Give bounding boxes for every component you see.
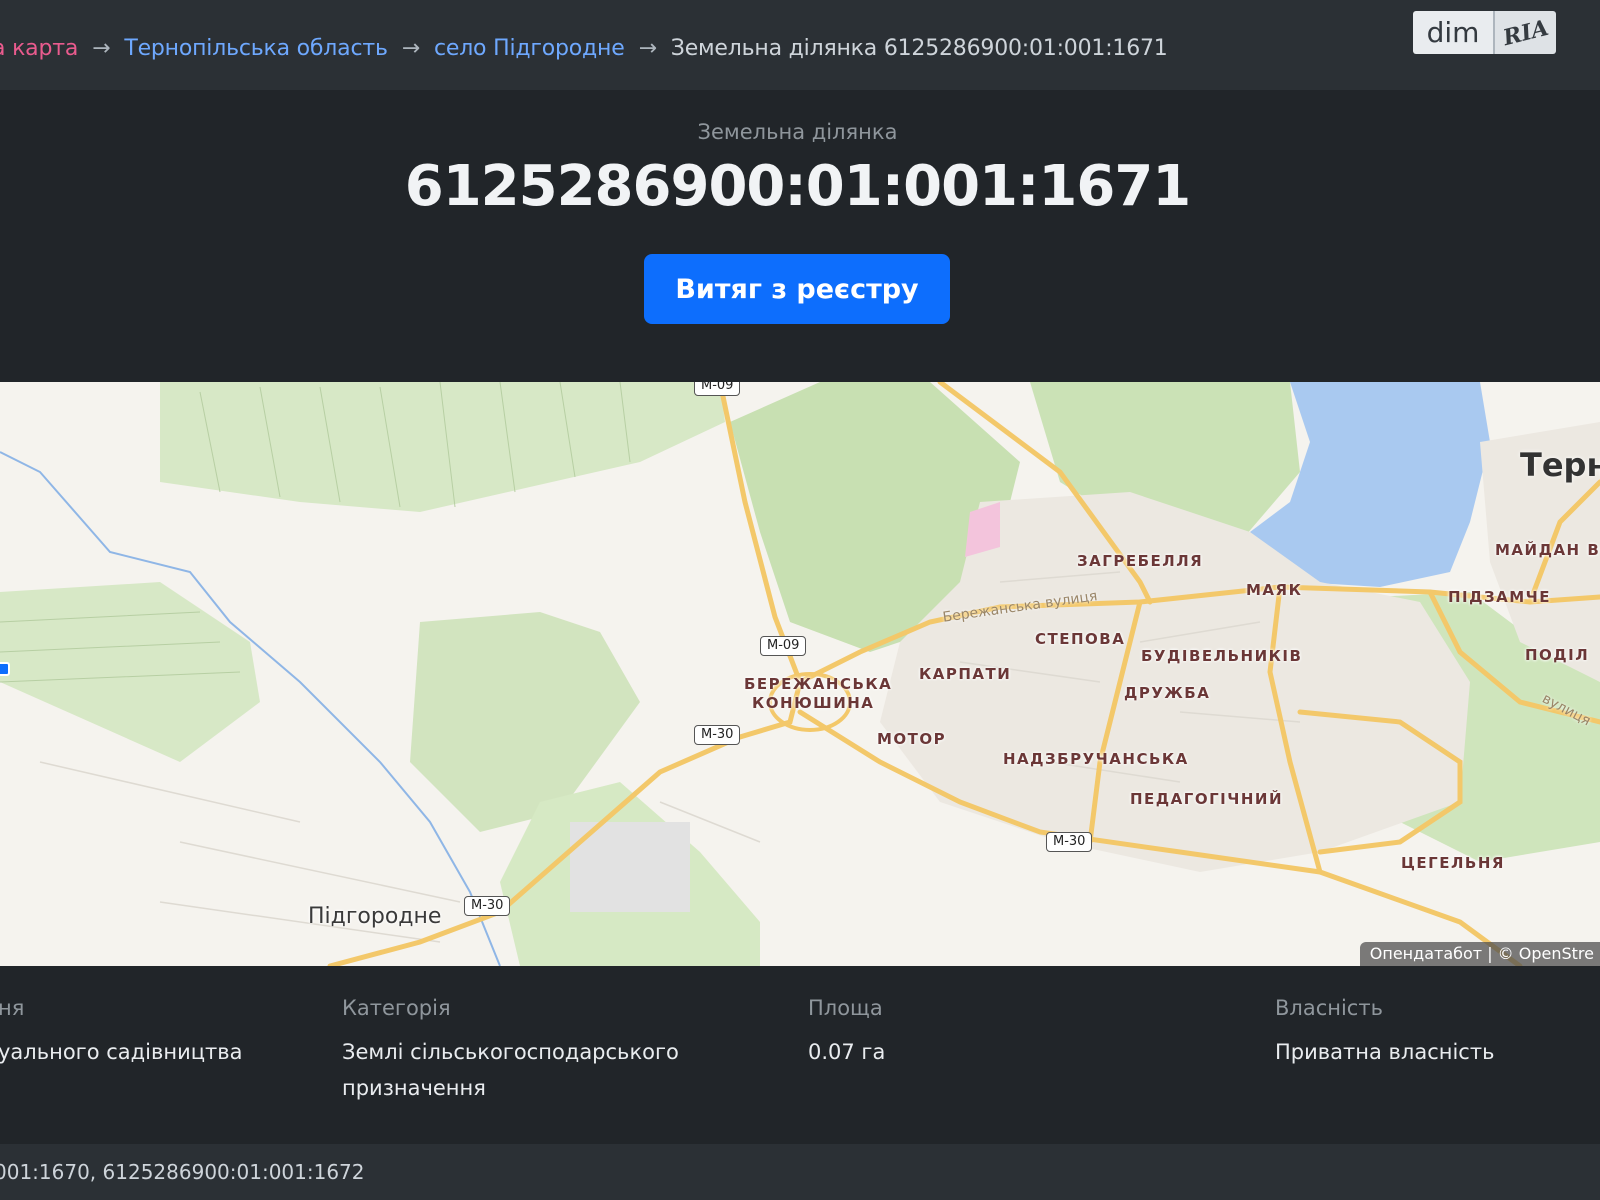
related-parcels-links[interactable]: 001:1670, 6125286900:01:001:1672 bbox=[0, 1160, 365, 1184]
breadcrumb-link-village[interactable]: село Підгородне bbox=[434, 36, 625, 61]
area-label: Площа bbox=[808, 996, 883, 1020]
parcel-marker[interactable] bbox=[0, 662, 10, 676]
breadcrumb-current: Земельна ділянка 6125286900:01:001:1671 bbox=[670, 36, 1168, 61]
road-shield-m30: M-30 bbox=[464, 896, 511, 916]
district-label-podil: ПОДІЛ bbox=[1525, 646, 1590, 664]
breadcrumb-separator: → bbox=[92, 36, 111, 61]
road-shield-m30: M-30 bbox=[1046, 832, 1093, 852]
breadcrumb-separator: → bbox=[401, 36, 420, 61]
breadcrumb-link-map[interactable]: а карта bbox=[0, 36, 78, 61]
info-category: Категорія Землі сільськогосподарського п… bbox=[342, 996, 732, 1106]
district-label-druzhba: ДРУЖБА bbox=[1124, 684, 1211, 702]
ownership-value: Приватна власність bbox=[1275, 1040, 1495, 1064]
page-title: 6125286900:01:001:1671 bbox=[404, 154, 1192, 219]
related-parcels: 001:1670, 6125286900:01:001:1672 bbox=[0, 1144, 1600, 1200]
district-label-stepova: СТЕПОВА bbox=[1035, 630, 1126, 648]
district-label-budivelnykiv: БУДІВЕЛЬНИКІВ bbox=[1141, 647, 1303, 665]
breadcrumb: а карта → Тернопільська область → село Підго… bbox=[0, 36, 1168, 61]
district-label-berezhanska: БЕРЕЖАНСЬКА bbox=[744, 675, 893, 693]
field-area bbox=[0, 582, 260, 762]
road-shield-m09: M-09 bbox=[760, 636, 807, 656]
district-label-pidzamche: ПІДЗАМЧЕ bbox=[1448, 588, 1552, 606]
registry-extract-button[interactable]: Витяг з реєстру bbox=[644, 254, 950, 324]
place-label-pidhorodne: Підгородне bbox=[308, 904, 442, 929]
info-ownership: Власність Приватна власність bbox=[1275, 996, 1595, 1070]
top-bar: а карта → Тернопільська область → село Підго… bbox=[0, 0, 1600, 90]
category-label: Категорія bbox=[342, 996, 451, 1020]
page-kicker: Земельна ділянка bbox=[697, 120, 898, 144]
parcel-info: ня уального садівництва Категорія Землі … bbox=[0, 966, 1600, 1144]
logo-ria-part: RIA bbox=[1495, 11, 1556, 54]
district-label-pedagogichnyi: ПЕДАГОГІЧНИЙ bbox=[1130, 790, 1283, 808]
map[interactable]: Підгородне Терн ЗАГРЕБЕЛЛЯ МАЯК МАЙДАН В… bbox=[0, 382, 1600, 966]
district-label-nadzbruchanska: НАДЗБРУЧАНСЬКА bbox=[1003, 750, 1189, 768]
logo-ria-text: RIA bbox=[1500, 14, 1551, 51]
map-canvas bbox=[0, 382, 1600, 966]
breadcrumb-separator: → bbox=[638, 36, 657, 61]
ownership-label: Власність bbox=[1275, 996, 1383, 1020]
hero-section: Земельна ділянка 6125286900:01:001:1671 … bbox=[0, 90, 1600, 382]
breadcrumb-link-region[interactable]: Тернопільська область bbox=[124, 36, 388, 61]
purpose-label: ня bbox=[0, 996, 25, 1020]
district-label-mayak: МАЯК bbox=[1246, 581, 1303, 599]
district-label-maidan: МАЙДАН ВО bbox=[1495, 541, 1600, 559]
area-value: 0.07 га bbox=[808, 1040, 886, 1064]
district-label-konyushyna: КОНЮШИНА bbox=[752, 694, 875, 712]
map-attribution[interactable]: Опендатабот | © OpenStre bbox=[1359, 942, 1600, 966]
dimria-logo[interactable]: dim RIA bbox=[1413, 11, 1556, 54]
district-label-motor: МОТОР bbox=[877, 730, 947, 748]
road-shield-m30: M-30 bbox=[694, 725, 741, 745]
category-value: Землі сільськогосподарського призначення bbox=[342, 1040, 679, 1100]
district-label-karpaty: КАРПАТИ bbox=[919, 665, 1012, 683]
place-label-ternopil: Терн bbox=[1520, 446, 1600, 484]
logo-dim-part: dim bbox=[1413, 11, 1495, 54]
road-shield-m09: M-09 bbox=[694, 382, 741, 396]
purpose-value: уального садівництва bbox=[0, 1040, 243, 1064]
info-purpose: ня уального садівництва bbox=[0, 996, 298, 1070]
district-label-zagrebellya: ЗАГРЕБЕЛЛЯ bbox=[1077, 552, 1204, 570]
district-label-tsegelnya: ЦЕГЕЛЬНЯ bbox=[1401, 854, 1505, 872]
info-area: Площа 0.07 га bbox=[808, 996, 1108, 1070]
